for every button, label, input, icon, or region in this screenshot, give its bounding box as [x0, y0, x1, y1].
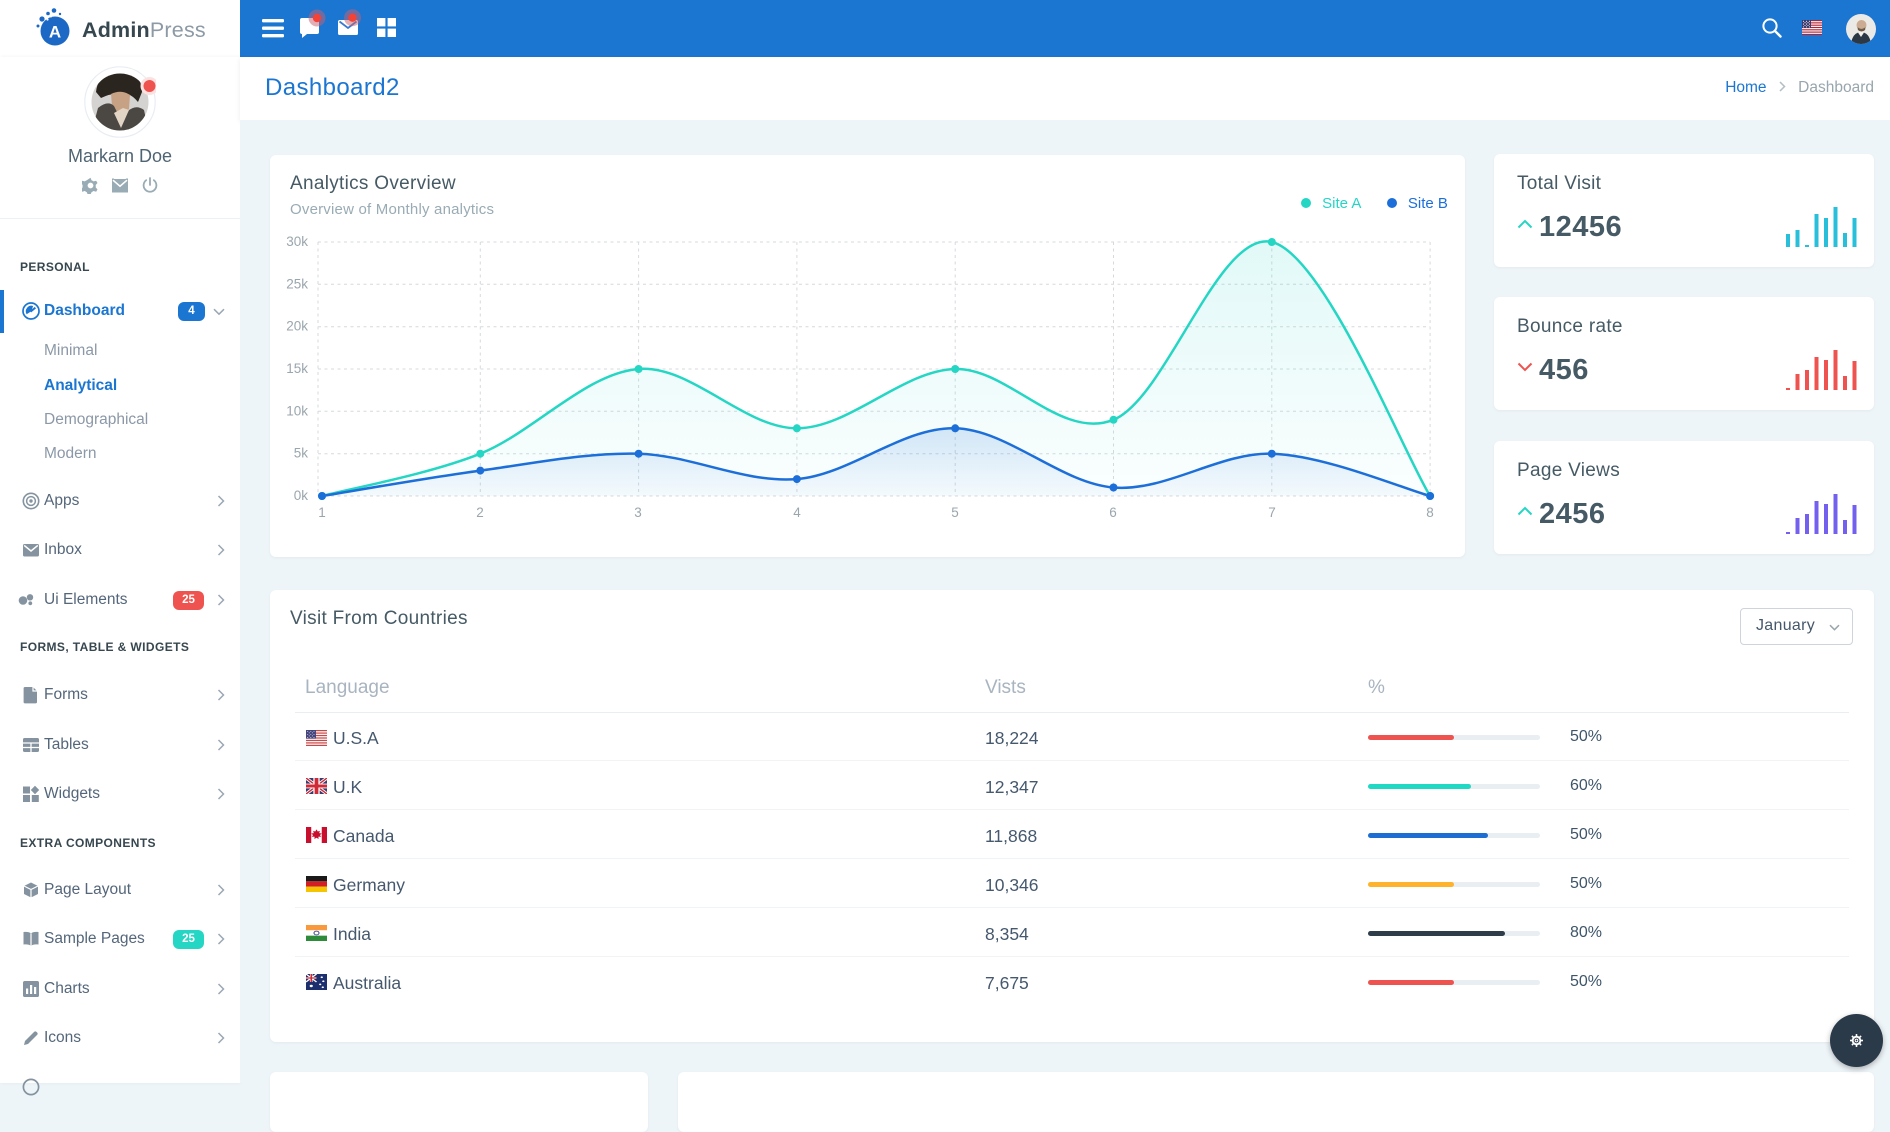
- svg-text:3: 3: [634, 505, 642, 520]
- svg-text:30k: 30k: [286, 234, 308, 249]
- svg-text:0k: 0k: [294, 488, 309, 503]
- svg-text:2: 2: [476, 505, 484, 520]
- svg-text:5: 5: [951, 505, 959, 520]
- svg-text:7: 7: [1268, 505, 1276, 520]
- svg-text:6: 6: [1109, 505, 1117, 520]
- svg-text:8: 8: [1426, 505, 1434, 520]
- svg-text:4: 4: [793, 505, 801, 520]
- svg-text:1: 1: [318, 505, 326, 520]
- svg-text:5k: 5k: [294, 446, 309, 461]
- svg-text:10k: 10k: [286, 403, 308, 418]
- svg-text:15k: 15k: [286, 361, 308, 376]
- svg-text:25k: 25k: [286, 276, 308, 291]
- svg-text:20k: 20k: [286, 319, 308, 334]
- svg-text:A: A: [49, 23, 61, 42]
